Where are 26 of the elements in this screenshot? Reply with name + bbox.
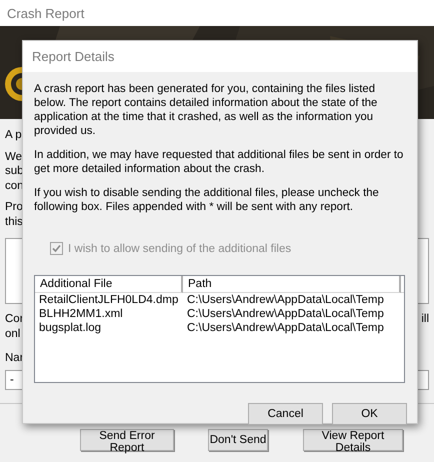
table-cell-text: C:\Users\Andrew\AppData\Local\Temp [186,294,385,306]
column-header[interactable]: Path [183,276,401,293]
body-text: onl [5,326,20,341]
body-text: Cor [5,312,24,326]
dialog-title: Report Details [32,49,114,64]
window-title: Crash Report [7,6,84,20]
column-header[interactable]: Additional File [35,276,183,293]
table-cell-text: C:\Users\Andrew\AppData\Local\Temp [186,308,385,320]
dialog-button[interactable]: View Report Details [303,428,403,450]
body-text: A p [5,128,22,142]
body-text: We [5,150,22,164]
table-cell-text: C:\Users\Andrew\AppData\Local\Temp [186,322,385,334]
field-label: Nar [5,351,24,366]
dialog-button[interactable]: Cancel [248,403,323,425]
info-text: In addition, we may have requested that additional files be sent in order to get more detailed information about the crash. [34,148,404,176]
body-text: this [5,214,23,229]
checkbox-label: I wish to allow sending of the additional files [68,242,292,254]
dialog-button[interactable]: OK [332,403,407,425]
info-text: If you wish to disable sending the additional files, please uncheck the following box. Files appended with * will be sent with any report. [34,186,380,214]
dialog-button[interactable]: Don't Send [208,428,268,450]
info-text: A crash report has been generated for you, containing the files listed below. The report contains detailed information about the state of the application at the time that it crashed, as well as the information you provided us. [34,82,378,138]
table-cell-text: bugsplat.log [38,322,102,334]
body-text: Pro [5,200,23,214]
table-cell-text: RetailClientJLFH0LD4.dmp [38,294,180,306]
body-text: ill [421,312,429,326]
table-cell-text: BLHH2MM1.xml [38,308,124,320]
